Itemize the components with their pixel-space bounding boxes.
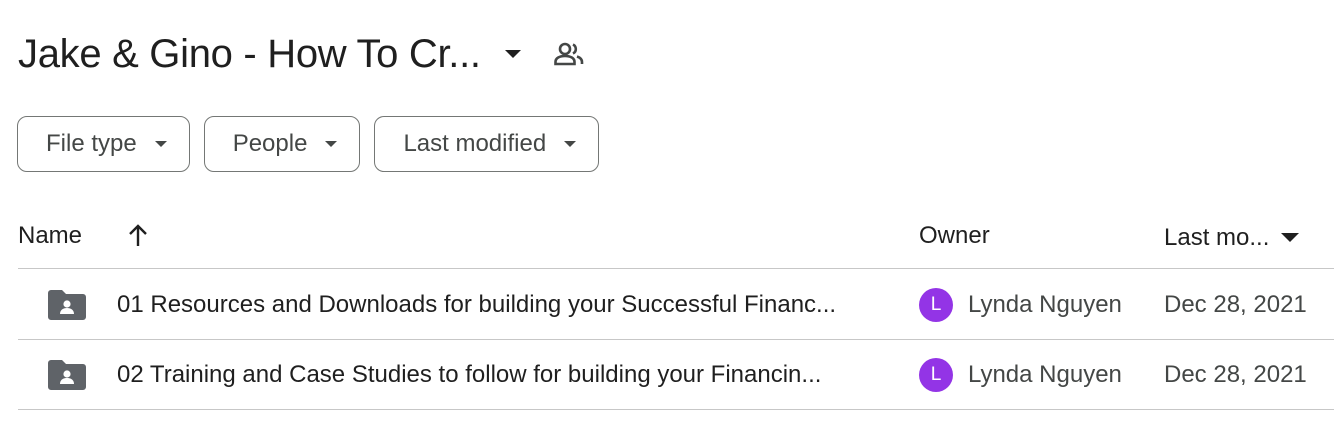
- table-header: Name Owner Last mo...: [18, 208, 1334, 269]
- people-icon[interactable]: [551, 36, 587, 72]
- caret-down-icon: [1281, 233, 1300, 243]
- avatar: L: [919, 288, 953, 322]
- drive-folder-view: Jake & Gino - How To Cr... File type Peo…: [0, 0, 1334, 443]
- caret-down-icon: [325, 140, 338, 148]
- column-header-last-modified[interactable]: Last mo...: [1164, 208, 1300, 268]
- column-header-name[interactable]: Name: [18, 208, 82, 268]
- owner-name: Lynda Nguyen: [968, 291, 1122, 318]
- file-name[interactable]: 01 Resources and Downloads for building …: [117, 270, 887, 340]
- file-type-filter[interactable]: File type: [17, 116, 190, 172]
- caret-down-icon: [564, 140, 577, 148]
- last-modified-date: Dec 28, 2021: [1164, 291, 1307, 318]
- file-name[interactable]: 02 Training and Case Studies to follow f…: [117, 340, 887, 410]
- last-modified-date: Dec 28, 2021: [1164, 361, 1307, 388]
- caret-down-icon: [154, 140, 167, 148]
- column-header-owner[interactable]: Owner: [919, 208, 990, 268]
- folder-title[interactable]: Jake & Gino - How To Cr...: [18, 26, 481, 82]
- last-modified-filter[interactable]: Last modified: [374, 116, 600, 172]
- table-row[interactable]: 02 Training and Case Studies to follow f…: [18, 340, 1334, 410]
- owner-name: Lynda Nguyen: [968, 361, 1122, 388]
- table-row[interactable]: 01 Resources and Downloads for building …: [18, 270, 1334, 340]
- shared-folder-icon: [48, 360, 86, 390]
- column-header-last-modified-label: Last mo...: [1164, 224, 1270, 251]
- file-type-filter-label: File type: [46, 130, 137, 157]
- last-modified-filter-label: Last modified: [403, 130, 547, 157]
- shared-folder-icon: [48, 290, 86, 320]
- folder-header: Jake & Gino - How To Cr...: [18, 26, 587, 82]
- people-filter-label: People: [232, 130, 308, 157]
- filter-chips: File type People Last modified: [17, 116, 613, 172]
- people-filter[interactable]: People: [203, 116, 361, 172]
- avatar: L: [919, 358, 953, 392]
- caret-down-icon[interactable]: [497, 38, 529, 70]
- arrow-up-icon[interactable]: [126, 222, 150, 250]
